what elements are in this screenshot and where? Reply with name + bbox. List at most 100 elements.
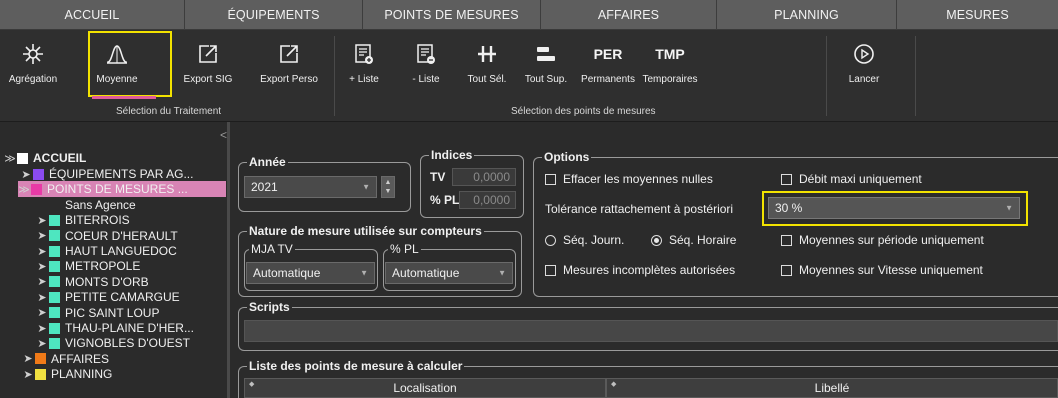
mja-select[interactable]: Automatique ▼ bbox=[246, 262, 375, 284]
lancer-label: Lancer bbox=[848, 74, 880, 85]
incompletes-label: Mesures incomplètes autorisées bbox=[563, 263, 736, 277]
color-square-icon bbox=[49, 245, 60, 257]
tree-item-label: ÉQUIPEMENTS PAR AG... bbox=[49, 167, 194, 181]
expand-chevron-icon[interactable]: ➤ bbox=[22, 368, 34, 381]
pl-select[interactable]: Automatique ▼ bbox=[385, 262, 513, 284]
color-square-icon bbox=[49, 322, 60, 334]
remove-list-label: - Liste bbox=[412, 74, 440, 85]
tree-item-label: COEUR D'HERAULT bbox=[65, 228, 178, 243]
export-sig-button[interactable]: Export SIG bbox=[178, 36, 238, 85]
expand-chevron-icon[interactable]: ➤ bbox=[20, 168, 32, 181]
expand-chevron-icon[interactable]: ➤ bbox=[36, 337, 48, 350]
remove-list-button[interactable]: - Liste bbox=[404, 36, 448, 85]
column-header-libelle[interactable]: ◆ Libellé bbox=[606, 378, 1058, 398]
nav-equipements[interactable]: ÉQUIPEMENTS bbox=[185, 0, 363, 30]
liste-title: Liste des points de mesure à calculer bbox=[247, 359, 465, 373]
tree-root[interactable]: ≫ ACCUEIL bbox=[4, 150, 86, 166]
temporaires-button[interactable]: TMP Temporaires bbox=[638, 36, 702, 85]
highlight-box bbox=[88, 31, 172, 97]
permanents-label: Permanents bbox=[581, 74, 635, 85]
agregation-label: Agrégation bbox=[8, 74, 58, 85]
moy-vitesse-label: Moyennes sur Vitesse uniquement bbox=[799, 263, 983, 277]
expand-chevron-icon[interactable]: ➤ bbox=[36, 322, 48, 335]
nav-mesures[interactable]: MESURES bbox=[897, 0, 1058, 30]
color-square-icon bbox=[49, 291, 60, 303]
tree-item-label: Sans Agence bbox=[65, 197, 136, 212]
nav-affaires[interactable]: AFFAIRES bbox=[541, 0, 717, 30]
tree-item[interactable]: ➤ ÉQUIPEMENTS PAR AG... bbox=[20, 166, 193, 182]
expand-chevron-icon[interactable]: ➤ bbox=[36, 229, 48, 242]
incompletes-checkbox[interactable]: Mesures incomplètes autorisées bbox=[545, 263, 735, 277]
checkbox-icon bbox=[781, 264, 792, 276]
column-label: Libellé bbox=[814, 381, 850, 395]
moy-vitesse-checkbox[interactable]: Moyennes sur Vitesse uniquement bbox=[781, 263, 983, 277]
expand-chevron-icon[interactable]: ➤ bbox=[36, 214, 48, 227]
lancer-button[interactable]: Lancer bbox=[842, 36, 886, 85]
export-perso-button[interactable]: Export Perso bbox=[256, 36, 322, 85]
options-title: Options bbox=[542, 150, 592, 164]
agregation-button[interactable]: Agrégation bbox=[8, 36, 58, 85]
expand-chevron-icon[interactable]: ➤ bbox=[36, 291, 48, 304]
toolbar: Agrégation Moyenne Export SIG Export Per… bbox=[0, 30, 1058, 122]
nav-points-de-mesures[interactable]: POINTS DE MESURES bbox=[363, 0, 541, 30]
tree-item[interactable]: ➤ MONTS D'ORB bbox=[36, 274, 148, 290]
tree-item[interactable]: ➤ COEUR D'HERAULT bbox=[36, 228, 178, 244]
tree-item[interactable]: ➤ PLANNING bbox=[22, 366, 112, 382]
tree-item[interactable]: ➤ BITERROIS bbox=[36, 212, 130, 228]
color-square-icon bbox=[33, 168, 44, 180]
group-label-points: Sélection des points de mesures bbox=[511, 106, 656, 117]
add-list-button[interactable]: + Liste bbox=[342, 36, 386, 85]
pl-select-value: Automatique bbox=[392, 266, 460, 280]
expand-chevron-icon[interactable]: ➤ bbox=[22, 352, 34, 365]
expand-chevron-icon[interactable]: ≫ bbox=[4, 152, 16, 165]
permanents-button[interactable]: PER Permanents bbox=[580, 36, 636, 85]
seq-horaire-radio[interactable]: Séq. Horaire bbox=[651, 233, 736, 247]
checkbox-icon bbox=[781, 173, 792, 185]
aggregation-icon bbox=[21, 36, 45, 72]
tree-item[interactable]: ➤ THAU-PLAINE D'HER... bbox=[36, 320, 194, 336]
select-all-label: Tout Sél. bbox=[467, 74, 507, 85]
select-all-icon bbox=[476, 36, 498, 72]
tree-item[interactable]: ➤ PETITE CAMARGUE bbox=[36, 289, 179, 305]
moy-periode-label: Moyennes sur période uniquement bbox=[799, 233, 984, 247]
tree-item[interactable]: ➤Sans Agence bbox=[36, 197, 136, 213]
tree-item-label: METROPOLE bbox=[65, 259, 141, 274]
collapse-chevron-icon[interactable]: < bbox=[220, 128, 227, 142]
tree-item-label: AFFAIRES bbox=[51, 351, 110, 366]
color-square-icon bbox=[49, 260, 60, 272]
seq-journ-radio[interactable]: Séq. Journ. bbox=[545, 233, 624, 247]
tree-label: ACCUEIL bbox=[33, 151, 87, 165]
select-all-button[interactable]: Tout Sél. bbox=[464, 36, 510, 85]
tree-item-label: BITERROIS bbox=[65, 213, 130, 228]
tree-item-label: HAUT LANGUEDOC bbox=[65, 244, 177, 258]
tree-item[interactable]: ➤ VIGNOBLES D'OUEST bbox=[36, 335, 190, 351]
scripts-input[interactable] bbox=[244, 320, 1058, 342]
expand-chevron-icon[interactable]: ➤ bbox=[36, 306, 48, 319]
tree-item[interactable]: ≫ POINTS DE MESURES ... bbox=[18, 181, 226, 198]
expand-chevron-icon[interactable]: ➤ bbox=[36, 245, 48, 258]
effacer-checkbox[interactable]: Effacer les moyennes nulles bbox=[545, 172, 713, 186]
export-sig-label: Export SIG bbox=[183, 74, 233, 85]
highlight-box bbox=[762, 191, 1028, 226]
expanded-chevron-icon[interactable]: ≫ bbox=[18, 183, 30, 196]
expand-chevron-icon[interactable]: ➤ bbox=[36, 260, 48, 273]
expand-chevron-icon[interactable]: ➤ bbox=[36, 275, 48, 288]
color-square-icon bbox=[35, 368, 46, 380]
toolbar-separator bbox=[826, 36, 827, 116]
moy-periode-checkbox[interactable]: Moyennes sur période uniquement bbox=[781, 233, 984, 247]
nav-planning[interactable]: PLANNING bbox=[717, 0, 897, 30]
delete-all-icon bbox=[535, 36, 557, 72]
per-icon: PER bbox=[593, 46, 623, 62]
tree-item[interactable]: ➤ AFFAIRES bbox=[22, 351, 109, 367]
tree-item[interactable]: ➤ HAUT LANGUEDOC bbox=[36, 243, 177, 259]
nav-accueil[interactable]: ACCUEIL bbox=[0, 0, 185, 30]
delete-all-button[interactable]: Tout Sup. bbox=[522, 36, 570, 85]
annee-stepper[interactable]: ▲ ▼ bbox=[381, 176, 395, 198]
tree-item[interactable]: ➤ METROPOLE bbox=[36, 258, 140, 274]
column-header-localisation[interactable]: ◆ Localisation bbox=[244, 378, 606, 398]
tree-item-label: POINTS DE MESURES ... bbox=[47, 182, 188, 197]
annee-title: Année bbox=[247, 155, 288, 169]
debit-checkbox[interactable]: Débit maxi uniquement bbox=[781, 172, 922, 186]
tree-item[interactable]: ➤ PIC SAINT LOUP bbox=[36, 305, 159, 321]
annee-select[interactable]: 2021 ▼ bbox=[244, 176, 377, 198]
